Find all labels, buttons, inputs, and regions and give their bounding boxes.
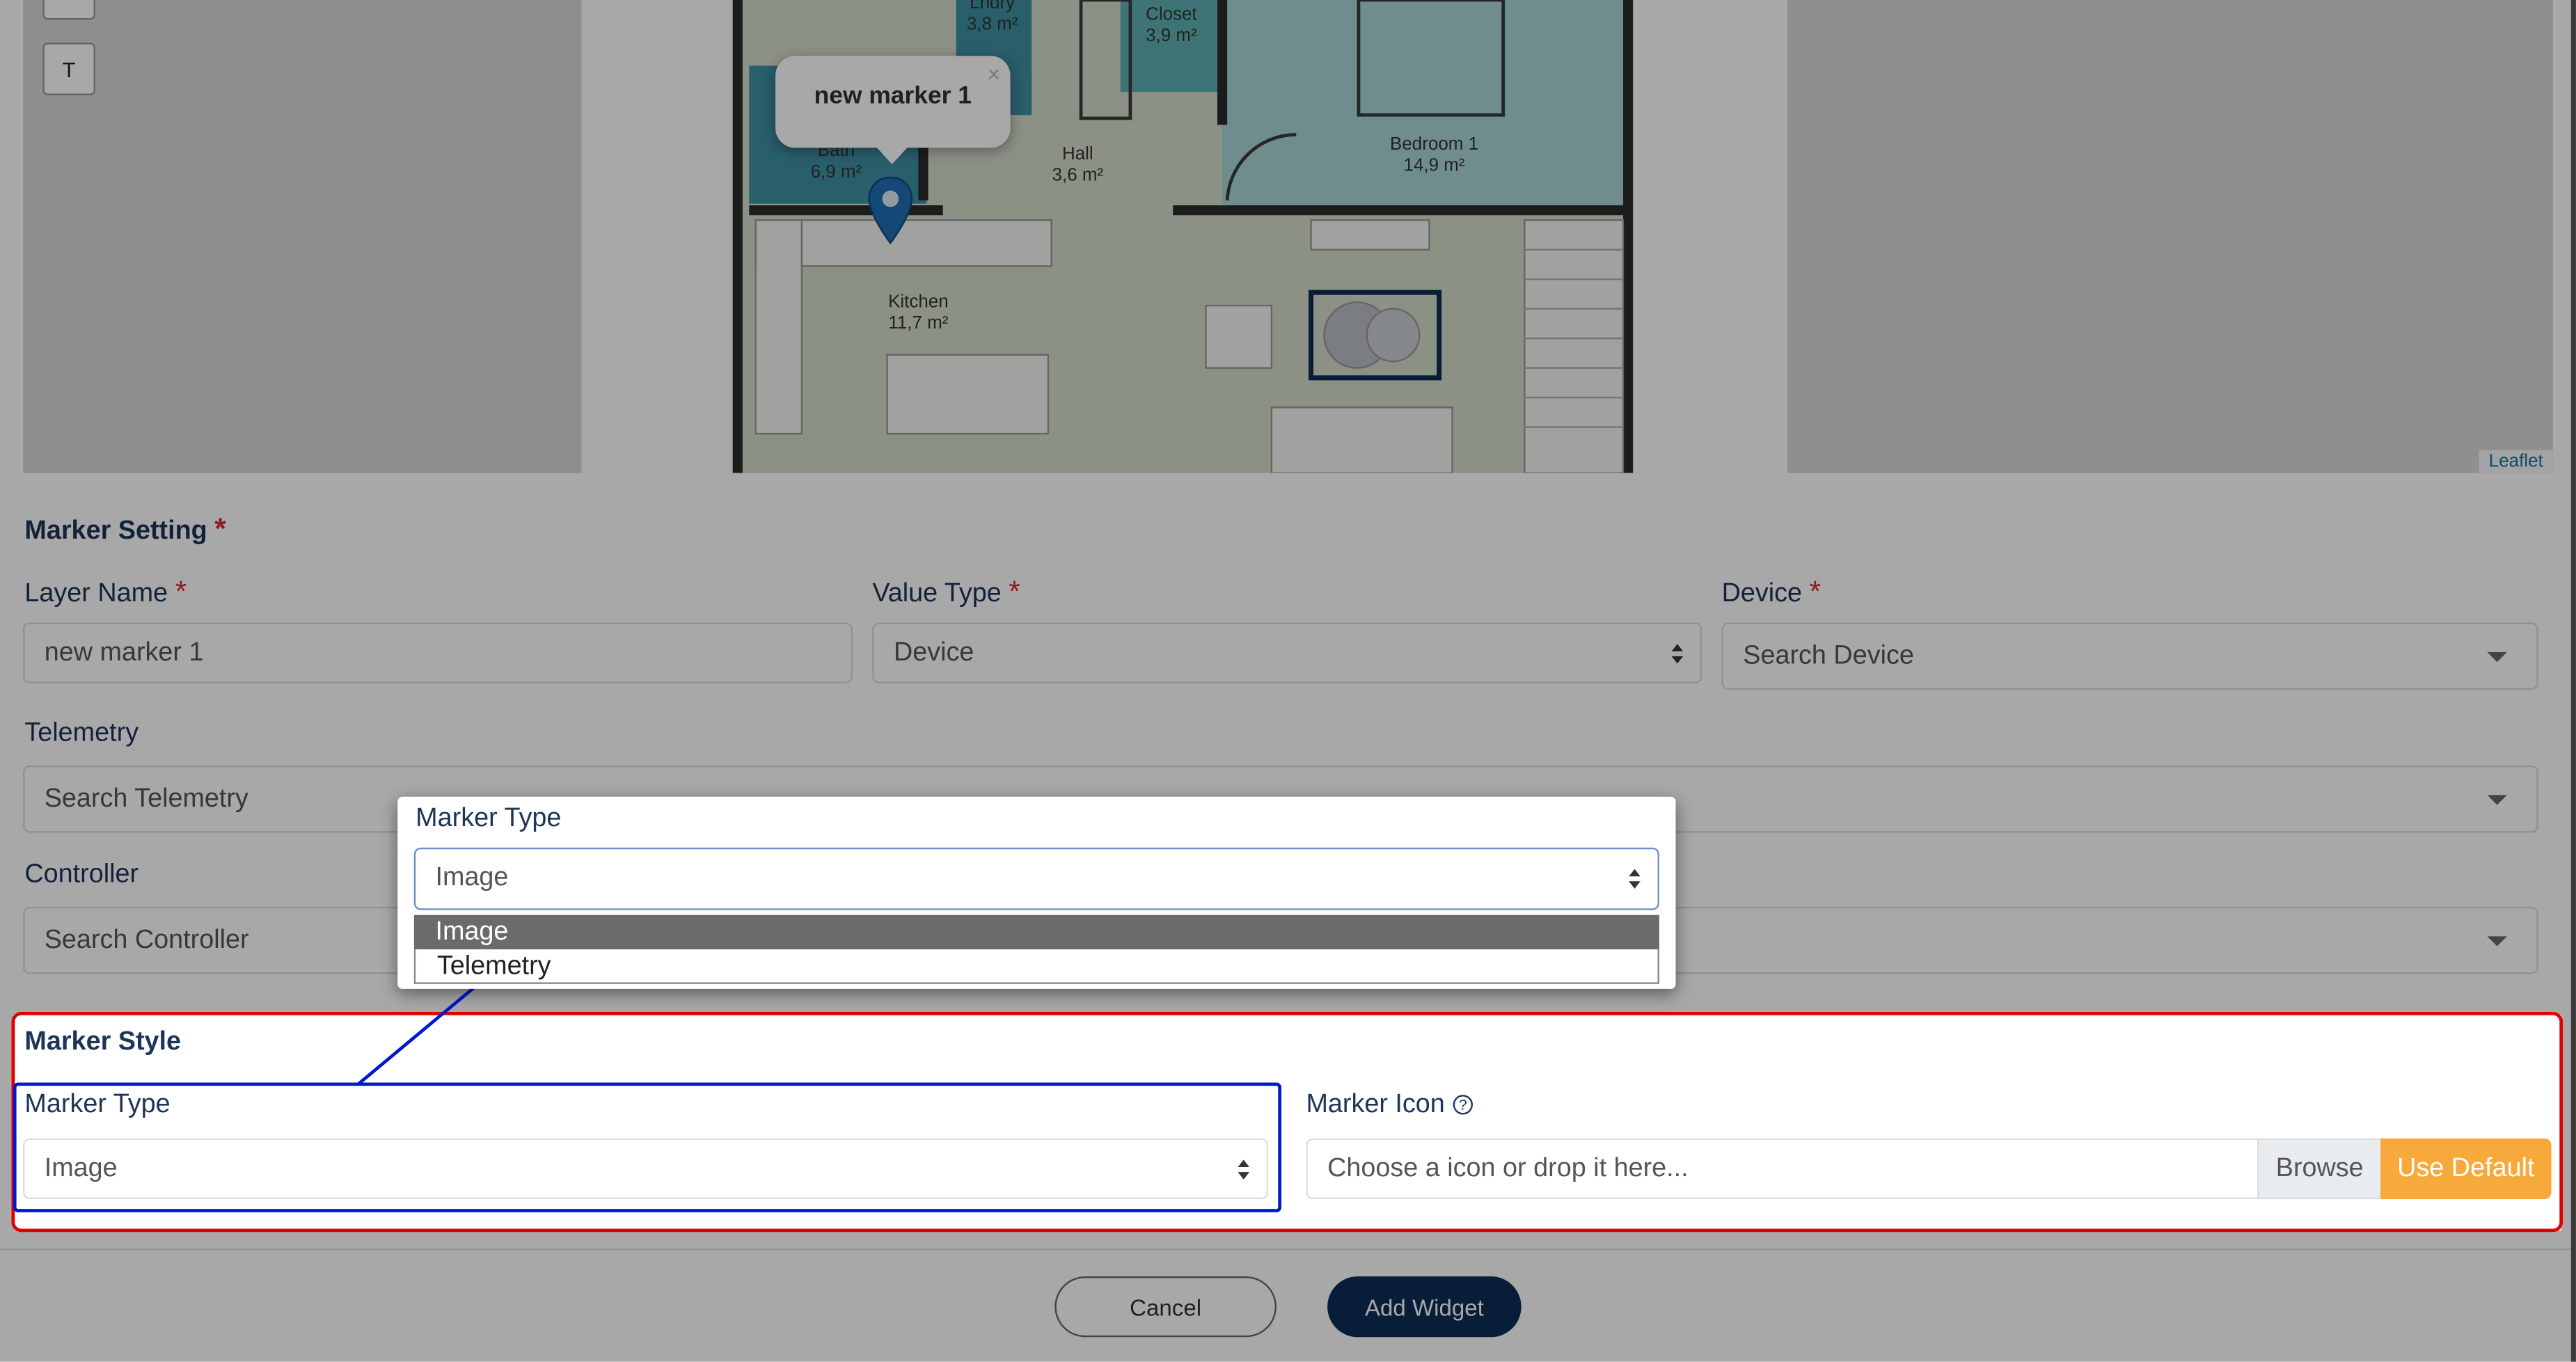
marker-type-dropdown-callout: Marker Type Image Image Telemetry bbox=[397, 796, 1676, 989]
window-edge bbox=[2570, 0, 2576, 1362]
updown-icon bbox=[1629, 869, 1641, 889]
dropdown-callout-select[interactable]: Image bbox=[413, 847, 1659, 910]
dropdown-option-image[interactable]: Image bbox=[413, 914, 1659, 950]
dropdown-option-telemetry[interactable]: Telemetry bbox=[413, 949, 1659, 984]
widget-dialog: Lndry 3,8 m² Closet 3,9 m² Bath 6,9 m² Hall… bbox=[0, 0, 2576, 1362]
dropdown-callout-label: Marker Type bbox=[416, 805, 562, 833]
callout-connector-line bbox=[357, 984, 477, 1086]
